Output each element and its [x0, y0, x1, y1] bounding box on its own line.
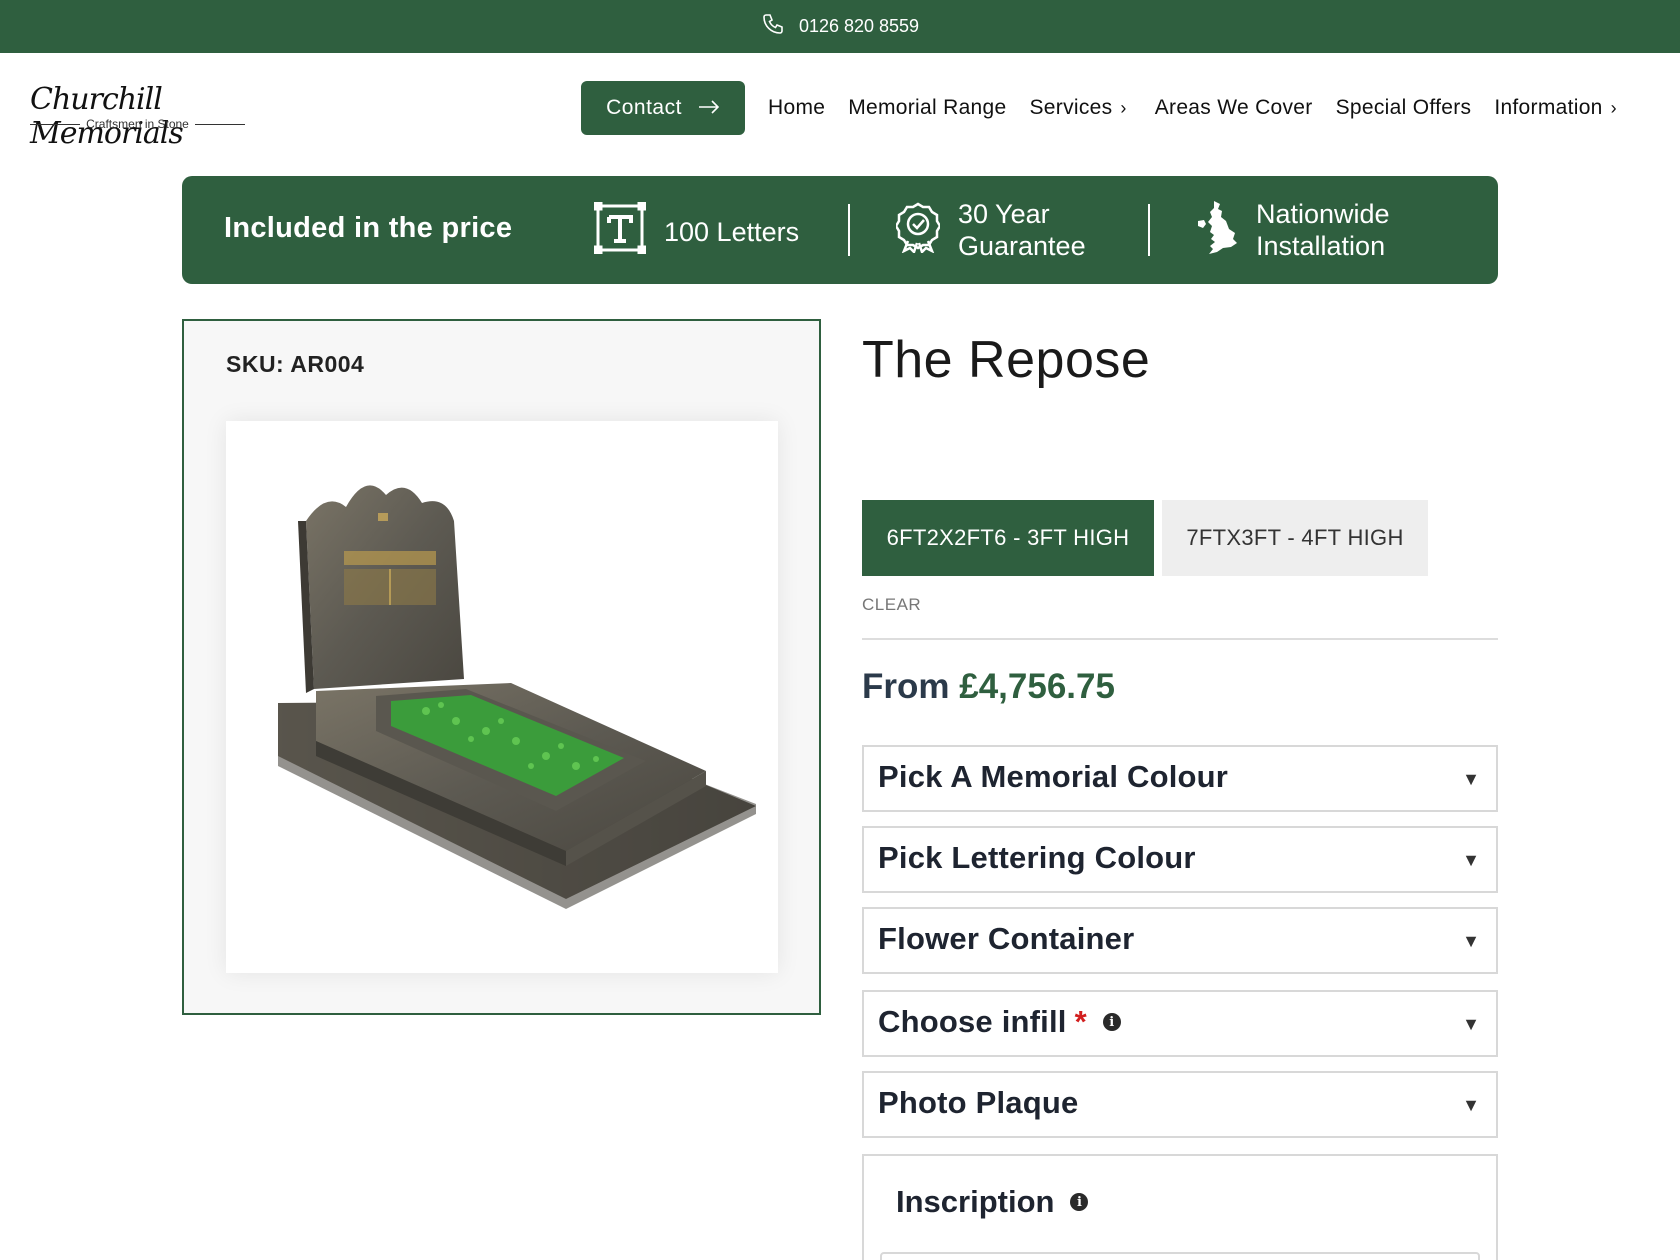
uk-map-icon [1194, 199, 1238, 262]
nav-item-home[interactable]: Home [768, 96, 825, 120]
dropdown-arrow-icon: ▼ [1462, 1014, 1480, 1034]
phone-link[interactable]: 0126 820 8559 [761, 12, 919, 41]
option-photo-plaque[interactable]: Photo Plaque ▼ [862, 1071, 1498, 1138]
nav-item-memorial-range[interactable]: Memorial Range [848, 96, 1006, 120]
inscription-input[interactable] [880, 1252, 1480, 1260]
site-header: Churchill Memorials Craftsmen in Stone C… [0, 53, 1680, 163]
product-image-panel: SKU: AR004 [182, 319, 821, 1015]
nav-item-special-offers[interactable]: Special Offers [1336, 96, 1472, 120]
product-photo[interactable] [226, 421, 778, 973]
logo[interactable]: Churchill Memorials Craftsmen in Stone [30, 83, 250, 151]
feature-installation: Nationwide Installation [1194, 198, 1390, 262]
divider [862, 638, 1498, 640]
product-price: From £4,756.75 [862, 667, 1115, 706]
feature-letters: 100 Letters [593, 201, 799, 261]
clear-selection-link[interactable]: CLEAR [862, 595, 921, 615]
memorial-image [278, 485, 756, 909]
arrow-right-icon [698, 96, 720, 120]
nav-item-information[interactable]: Information › [1494, 96, 1617, 120]
dropdown-arrow-icon: ▼ [1462, 1095, 1480, 1115]
included-title: Included in the price [224, 212, 513, 244]
size-option-selected[interactable]: 6FT2X2FT6 - 3FT HIGH [862, 500, 1154, 576]
option-lettering-colour[interactable]: Pick Lettering Colour ▼ [862, 826, 1498, 893]
contact-button[interactable]: Contact [581, 81, 745, 135]
nav-item-areas[interactable]: Areas We Cover [1155, 96, 1313, 120]
inscription-section: Inscription i [862, 1154, 1498, 1260]
chevron-right-icon: › [1120, 97, 1127, 118]
logo-tagline: Craftsmen in Stone [30, 117, 245, 131]
info-icon[interactable]: i [1102, 1013, 1121, 1031]
text-icon [593, 201, 647, 261]
nav-item-services[interactable]: Services › [1029, 96, 1126, 120]
dropdown-arrow-icon: ▼ [1462, 769, 1480, 789]
dropdown-arrow-icon: ▼ [1462, 850, 1480, 870]
divider [848, 204, 850, 256]
feature-guarantee: 30 Year Guarantee [894, 198, 1086, 262]
product-title: The Repose [862, 331, 1151, 389]
included-banner: Included in the price 100 Letters 30 Yea… [182, 176, 1498, 284]
phone-icon [761, 12, 785, 41]
option-memorial-colour[interactable]: Pick A Memorial Colour ▼ [862, 745, 1498, 812]
award-badge-icon [894, 201, 942, 260]
size-option[interactable]: 7FTX3FT - 4FT HIGH [1162, 500, 1428, 576]
chevron-right-icon: › [1610, 97, 1617, 118]
divider [1148, 204, 1150, 256]
info-icon[interactable]: i [1070, 1193, 1089, 1211]
option-flower-container[interactable]: Flower Container ▼ [862, 907, 1498, 974]
product-sku: SKU: AR004 [226, 351, 365, 377]
option-choose-infill[interactable]: Choose infill * i ▼ [862, 990, 1498, 1057]
phone-number: 0126 820 8559 [798, 16, 920, 36]
dropdown-arrow-icon: ▼ [1462, 931, 1480, 951]
top-bar: 0126 820 8559 [0, 0, 1680, 53]
required-marker: * [1074, 1004, 1087, 1039]
main-nav: Contact Home Memorial Range Services › Ar… [581, 81, 1617, 135]
